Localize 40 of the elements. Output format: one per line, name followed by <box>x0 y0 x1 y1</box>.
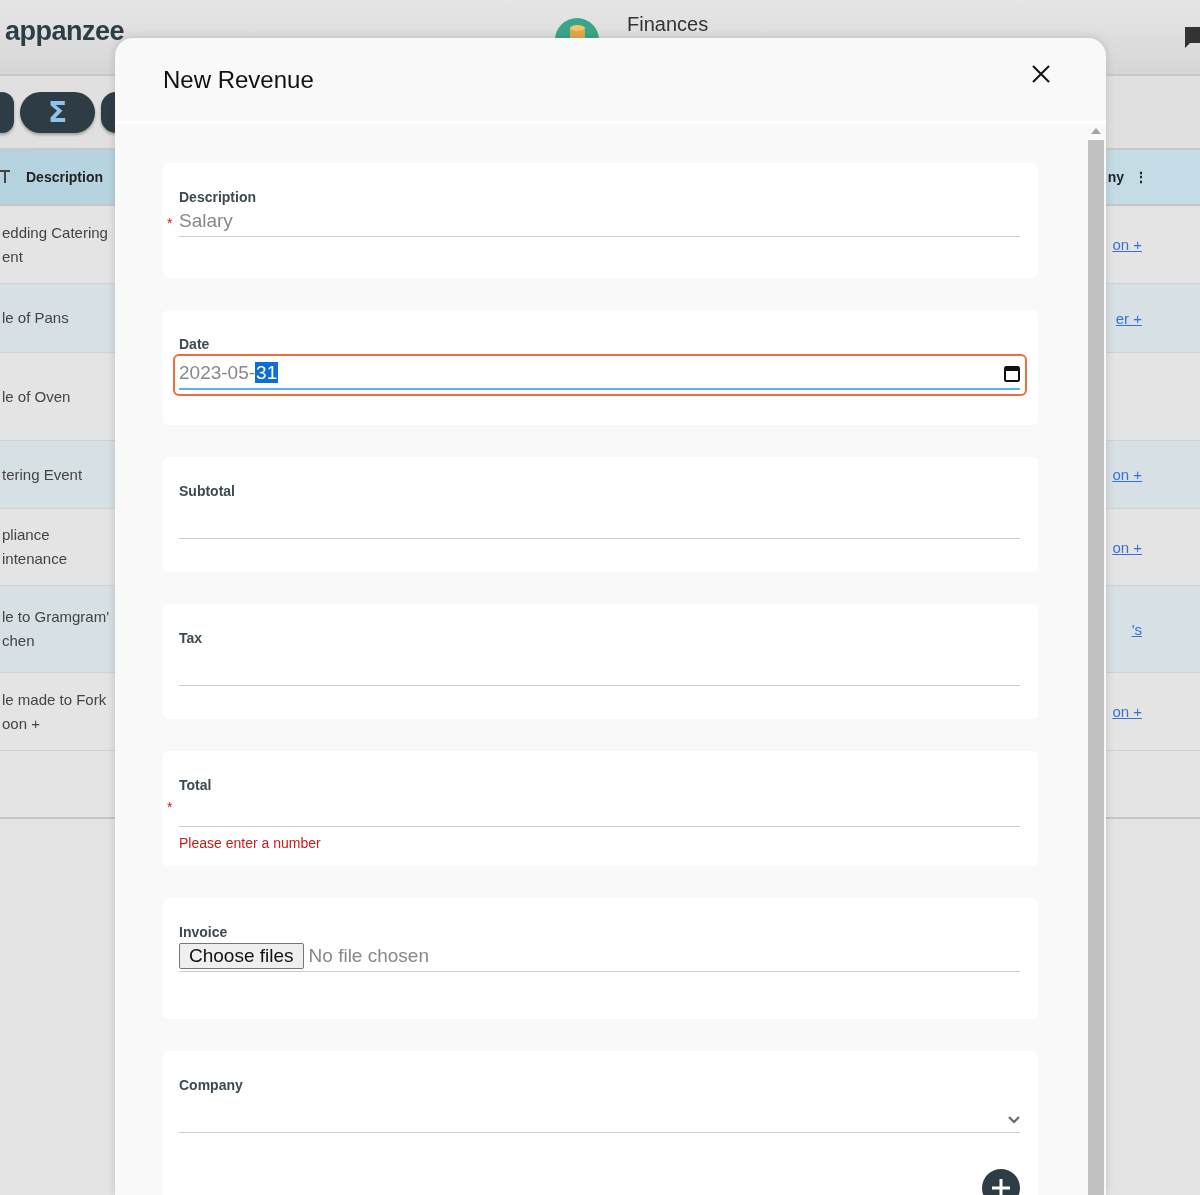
dialog-title: New Revenue <box>163 65 314 94</box>
sum-button[interactable]: Σ <box>20 91 95 133</box>
field-label: Invoice <box>179 924 229 940</box>
choose-files-button[interactable]: Choose files <box>179 942 304 969</box>
company-link[interactable]: on + <box>1112 236 1142 253</box>
column-header: Description <box>26 169 103 185</box>
bookmark-icon[interactable] <box>1184 27 1200 49</box>
company-link[interactable]: on + <box>1112 466 1142 483</box>
company-link[interactable]: on + <box>1112 538 1142 556</box>
column-header: ny <box>1107 169 1124 185</box>
scrollbar[interactable] <box>1088 128 1104 1195</box>
description-cell-text: pliance intenance <box>1 525 68 569</box>
required-mark: * <box>167 215 173 231</box>
close-button[interactable] <box>1032 64 1050 83</box>
field-label: Company <box>179 1077 244 1093</box>
app-logo: appanzee <box>5 16 125 47</box>
description-cell-text: tering Event <box>1 464 83 485</box>
section-title: Finances <box>627 13 709 36</box>
sort-icon[interactable] <box>0 170 10 184</box>
description-cell-text: edding Catering ent <box>1 222 108 267</box>
date-field[interactable]: 2023-05-31 <box>173 354 1027 396</box>
company-link[interactable]: 's <box>1131 620 1142 638</box>
chevron-down-icon <box>1008 1116 1020 1124</box>
field-label: Subtotal <box>179 483 236 499</box>
description-cell-text: le to Gramgram' chen <box>1 607 110 651</box>
required-mark: * <box>167 799 173 815</box>
company-link[interactable]: on + <box>1112 703 1142 720</box>
field-label: Description <box>179 189 257 205</box>
error-message: Please enter a number <box>179 835 322 851</box>
field-label: Total <box>179 777 213 793</box>
description-cell-text: le of Oven <box>1 386 71 407</box>
field-label: Tax <box>179 630 204 646</box>
description-cell-text: le of Pans <box>1 308 69 328</box>
column-menu[interactable]: ⋮ <box>1134 169 1148 185</box>
description-cell-text: le made to Fork oon + <box>1 689 107 734</box>
file-status: No file chosen <box>308 944 429 967</box>
text-field[interactable]: Salary <box>179 205 1020 237</box>
calendar-icon[interactable] <box>1004 364 1020 382</box>
field-label: Date <box>179 336 211 352</box>
company-link[interactable]: er + <box>1115 309 1142 327</box>
